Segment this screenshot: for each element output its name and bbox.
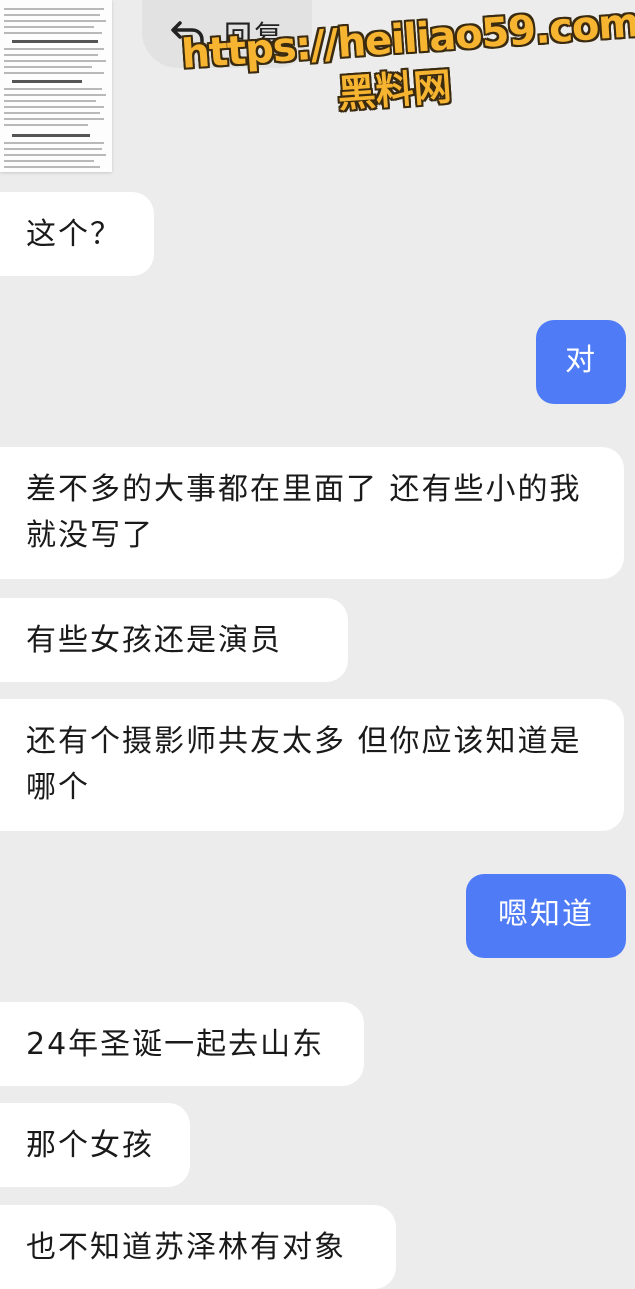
message-text: 差不多的大事都在里面了 还有些小的我就没写了 xyxy=(26,472,582,553)
message-bubble-outgoing[interactable]: 嗯知道 xyxy=(466,874,626,958)
message-text: 还有个摄影师共友太多 但你应该知道是哪个 xyxy=(26,724,582,805)
message-bubble-incoming[interactable]: 24年圣诞一起去山东 xyxy=(0,1002,364,1086)
message-text: 对 xyxy=(565,343,597,378)
message-bubble-outgoing[interactable]: 对 xyxy=(536,320,626,404)
message-bubble-incoming[interactable]: 还有个摄影师共友太多 但你应该知道是哪个 xyxy=(0,699,624,831)
message-bubble-incoming[interactable]: 这个？ xyxy=(0,192,154,276)
message-text: 这个？ xyxy=(26,217,122,252)
message-text: 24年圣诞一起去山东 xyxy=(26,1027,325,1062)
message-bubble-incoming[interactable]: 那个女孩 xyxy=(0,1103,190,1187)
message-text: 嗯知道 xyxy=(498,897,594,932)
message-text: 那个女孩 xyxy=(26,1128,154,1163)
document-thumbnail[interactable] xyxy=(0,0,112,172)
message-text: 有些女孩还是演员 xyxy=(26,623,282,658)
message-bubble-incoming[interactable]: 也不知道苏泽林有对象 xyxy=(0,1205,396,1289)
message-bubble-incoming[interactable]: 有些女孩还是演员 xyxy=(0,598,348,682)
message-bubble-incoming[interactable]: 差不多的大事都在里面了 还有些小的我就没写了 xyxy=(0,447,624,579)
message-text: 也不知道苏泽林有对象 xyxy=(26,1230,346,1265)
